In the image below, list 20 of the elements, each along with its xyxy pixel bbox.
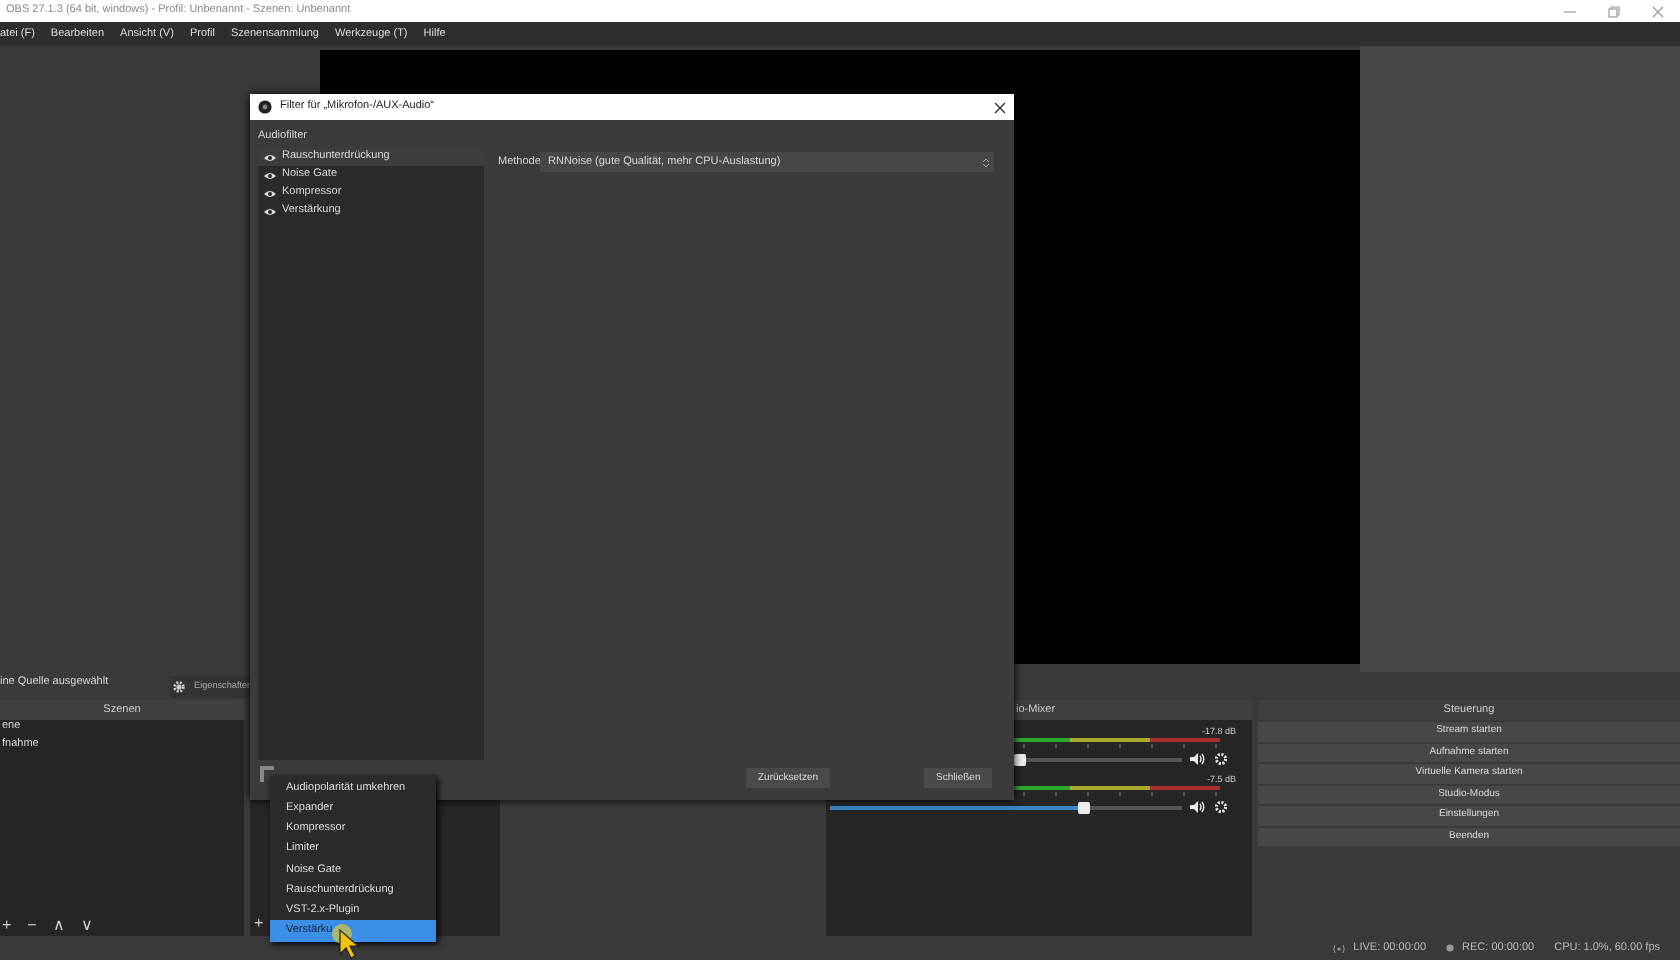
gear-icon[interactable] bbox=[1214, 800, 1228, 814]
toolbar-button[interactable]: ∨ bbox=[80, 915, 93, 935]
toolbar-button[interactable]: + bbox=[2, 915, 12, 935]
toolbar-button[interactable]: ∧ bbox=[52, 915, 65, 935]
gear-icon[interactable] bbox=[1214, 752, 1228, 766]
record-icon bbox=[1446, 944, 1455, 952]
eye-icon[interactable] bbox=[264, 189, 276, 197]
toolbar-button[interactable]: − bbox=[27, 915, 37, 935]
eye-icon[interactable] bbox=[264, 207, 276, 215]
toolbar-button[interactable]: + bbox=[254, 914, 264, 936]
eye-icon[interactable] bbox=[264, 171, 276, 179]
speaker-icon[interactable] bbox=[1190, 752, 1206, 766]
broadcast-icon bbox=[1331, 943, 1346, 953]
speaker-icon[interactable] bbox=[1190, 800, 1206, 814]
spinner-arrows-icon bbox=[982, 155, 990, 169]
app-logo-icon bbox=[258, 100, 272, 114]
mouse-cursor-icon bbox=[332, 924, 364, 960]
eye-icon[interactable] bbox=[264, 153, 276, 161]
gear-icon bbox=[172, 679, 186, 693]
close-icon[interactable] bbox=[994, 101, 1006, 113]
